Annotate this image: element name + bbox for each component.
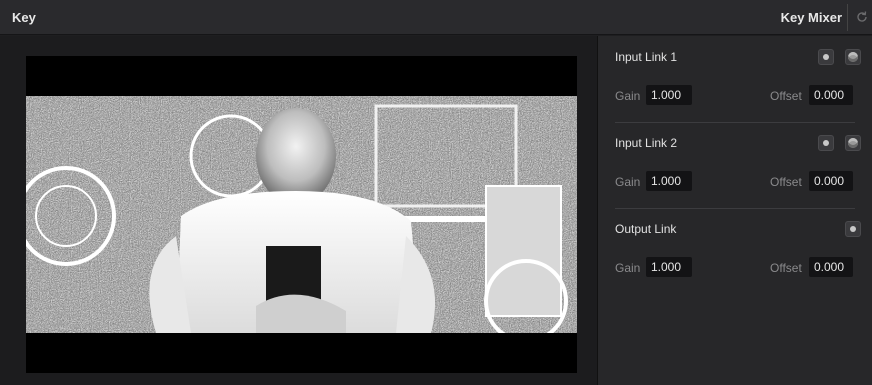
input-link-1-gain-field[interactable]: 1.000 xyxy=(646,85,692,105)
input-link-1-title: Input Link 1 xyxy=(615,50,678,64)
output-link-toggle[interactable] xyxy=(845,221,861,237)
input-link-1-section: Input Link 1 Gain 1.000 Offset 0.000 xyxy=(598,36,872,122)
output-link-offset-label: Offset xyxy=(770,261,802,275)
title-separator xyxy=(847,4,848,31)
input-link-2-offset-label: Offset xyxy=(770,175,802,189)
input-link-1-offset-field[interactable]: 0.000 xyxy=(809,85,853,105)
input-link-1-toggle[interactable] xyxy=(818,49,834,65)
key-mixer-panel: Input Link 1 Gain 1.000 Offset 0.000 Inp… xyxy=(598,36,872,385)
output-link-title: Output Link xyxy=(615,222,677,236)
key-viewer-panel xyxy=(0,36,597,385)
input-link-2-offset-field[interactable]: 0.000 xyxy=(809,171,853,191)
output-link-gain-label: Gain xyxy=(615,261,641,275)
input-link-2-gain-label: Gain xyxy=(615,175,641,189)
output-link-gain-field[interactable]: 1.000 xyxy=(646,257,692,277)
title-bar: Key Key Mixer xyxy=(0,0,872,35)
dot-icon xyxy=(823,140,829,146)
key-matte-preview xyxy=(26,96,577,333)
dot-icon xyxy=(850,226,856,232)
input-link-1-gain-label: Gain xyxy=(615,89,641,103)
input-link-2-toggle[interactable] xyxy=(818,135,834,151)
output-link-offset-field[interactable]: 0.000 xyxy=(809,257,853,277)
reset-icon[interactable] xyxy=(854,9,870,25)
input-link-2-section: Input Link 2 Gain 1.000 Offset 0.000 xyxy=(598,122,872,208)
input-link-2-gain-field[interactable]: 1.000 xyxy=(646,171,692,191)
dot-icon xyxy=(823,54,829,60)
matte-icon xyxy=(848,138,858,148)
input-link-1-matte-toggle[interactable] xyxy=(845,49,861,65)
output-link-section: Output Link Gain 1.000 Offset 0.000 xyxy=(598,208,872,294)
viewer-frame xyxy=(26,56,577,373)
matte-icon xyxy=(848,52,858,62)
key-mixer-title: Key Mixer xyxy=(780,10,842,25)
panel-title: Key xyxy=(12,10,36,25)
input-link-1-offset-label: Offset xyxy=(770,89,802,103)
input-link-2-title: Input Link 2 xyxy=(615,136,678,150)
input-link-2-matte-toggle[interactable] xyxy=(845,135,861,151)
